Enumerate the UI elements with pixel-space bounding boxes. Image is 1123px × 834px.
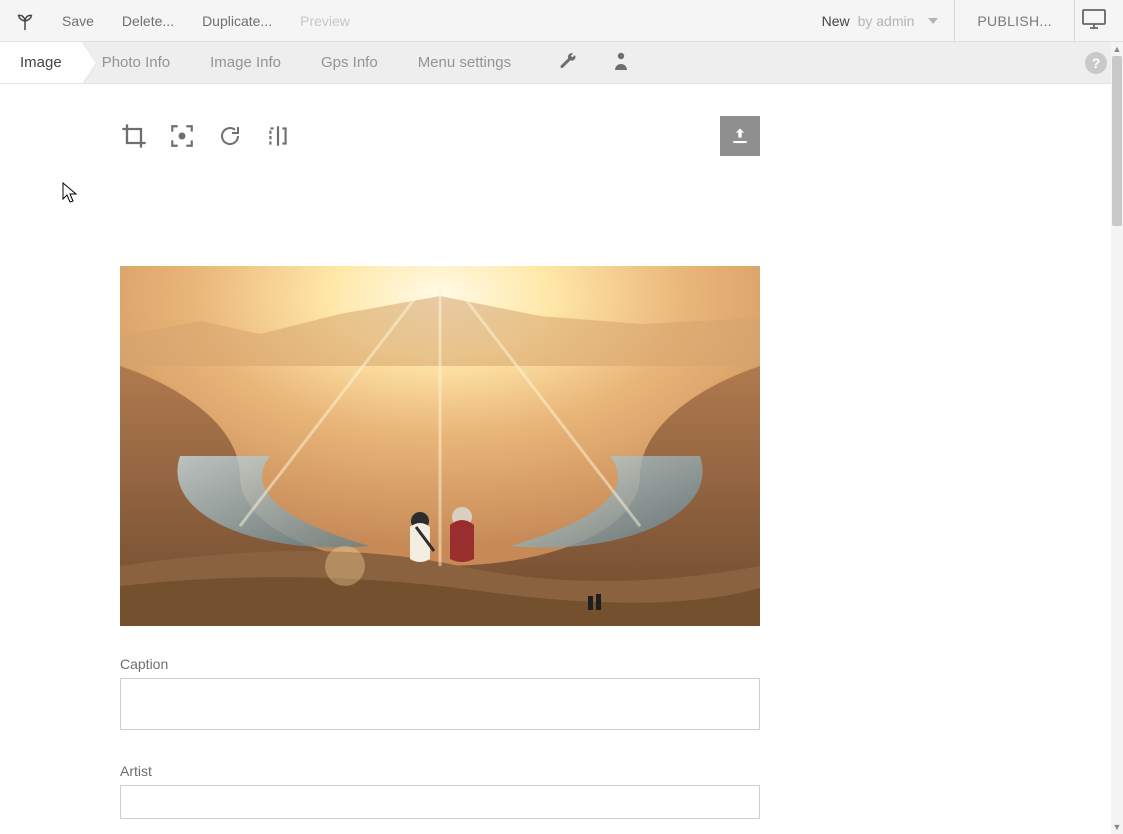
wrench-icon[interactable] (559, 52, 577, 73)
status-author: by admin (858, 13, 915, 29)
crop-icon[interactable] (120, 122, 148, 150)
topbar-actions: Save Delete... Duplicate... Preview (62, 13, 350, 29)
status-new-label: New (822, 13, 850, 29)
duplicate-button[interactable]: Duplicate... (202, 13, 272, 29)
flip-icon[interactable] (264, 122, 292, 150)
help-icon: ? (1085, 52, 1107, 74)
content: Caption Artist (0, 84, 760, 819)
tab-label: Image Info (210, 54, 281, 71)
tab-label: Menu settings (418, 54, 511, 71)
tab-label: Image (20, 54, 62, 71)
save-button[interactable]: Save (62, 13, 94, 29)
delete-button[interactable]: Delete... (122, 13, 174, 29)
caption-field: Caption (120, 656, 760, 733)
focus-point-icon[interactable] (168, 122, 196, 150)
tab-label: Gps Info (321, 54, 378, 71)
vertical-scrollbar[interactable]: ▲ ▼ (1111, 42, 1123, 834)
scroll-up-icon[interactable]: ▲ (1111, 42, 1123, 56)
rotate-icon[interactable] (216, 122, 244, 150)
scroll-thumb[interactable] (1112, 56, 1122, 226)
user-icon[interactable] (613, 52, 629, 73)
tab-label: Photo Info (102, 54, 170, 71)
upload-button[interactable] (720, 116, 760, 156)
status-dropdown[interactable]: New by admin (822, 13, 955, 29)
app-logo-icon[interactable] (14, 10, 36, 32)
topbar-right: New by admin PUBLISH... (822, 0, 1123, 41)
tabstrip-tool-icons (559, 42, 629, 83)
artist-input[interactable] (120, 785, 760, 819)
preview-button: Preview (300, 13, 350, 29)
chevron-down-icon (928, 18, 938, 24)
tab-image-info[interactable]: Image Info (190, 42, 301, 83)
tab-image[interactable]: Image (0, 42, 82, 83)
tabstrip: Image Photo Info Image Info Gps Info Men… (0, 42, 1123, 84)
publish-button[interactable]: PUBLISH... (955, 13, 1074, 29)
desktop-preview-icon[interactable] (1075, 8, 1123, 33)
image-edit-toolbar (120, 116, 760, 156)
artist-field: Artist (120, 763, 760, 819)
tab-menu-settings[interactable]: Menu settings (398, 42, 531, 83)
topbar: Save Delete... Duplicate... Preview New … (0, 0, 1123, 42)
tab-gps-info[interactable]: Gps Info (301, 42, 398, 83)
help-button[interactable]: ? (1085, 42, 1107, 83)
caption-input[interactable] (120, 678, 760, 730)
tab-photo-info[interactable]: Photo Info (82, 42, 190, 83)
scroll-down-icon[interactable]: ▼ (1111, 820, 1123, 834)
artist-label: Artist (120, 763, 760, 779)
caption-label: Caption (120, 656, 760, 672)
image-preview[interactable] (120, 266, 760, 626)
content-scroll[interactable]: Caption Artist (0, 84, 1111, 834)
